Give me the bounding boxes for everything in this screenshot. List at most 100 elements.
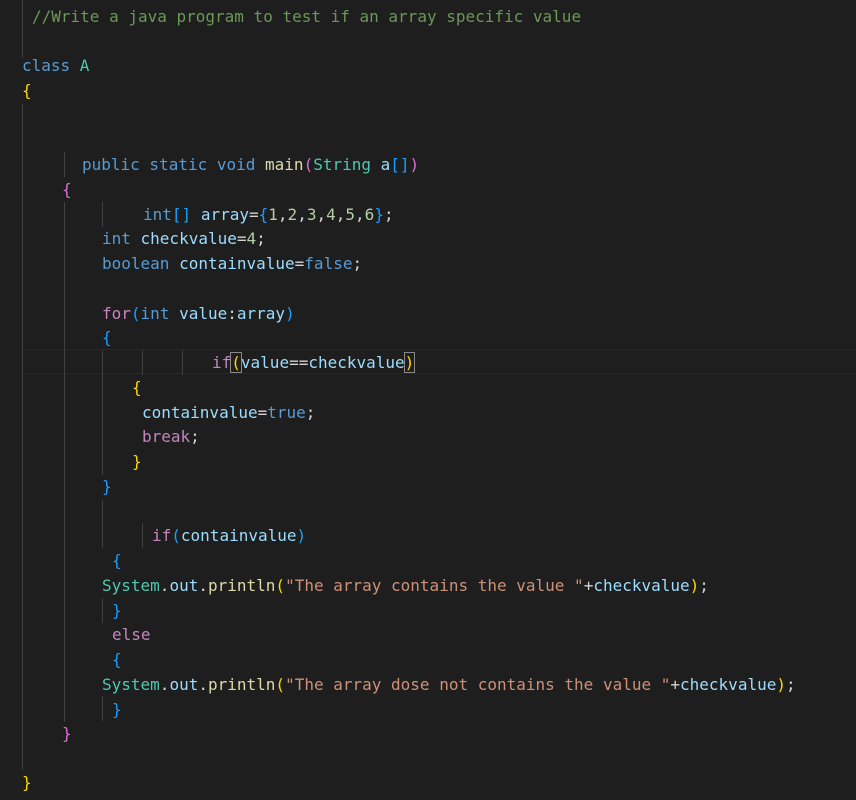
code-line[interactable]: if(value==checkvalue) (212, 350, 416, 375)
code-token: class (22, 56, 80, 75)
code-line[interactable]: public static void main(String a[]) (82, 152, 419, 177)
code-token: 1 (268, 205, 278, 224)
code-token: System (102, 675, 160, 694)
code-token: . (198, 675, 208, 694)
code-token: { (62, 180, 72, 199)
code-line[interactable]: for(int value:array) (102, 301, 295, 326)
code-token: } (374, 205, 384, 224)
code-token: ; (785, 675, 796, 694)
code-token: ; (256, 229, 266, 248)
code-token: a (380, 155, 391, 174)
code-editor[interactable]: //Write a java program to test if an arr… (0, 0, 856, 800)
code-token: , (355, 205, 365, 224)
code-token: , (277, 205, 288, 224)
code-token: boolean (102, 254, 180, 273)
code-token: "The array dose not contains the value " (285, 675, 671, 694)
indent-guide (102, 202, 103, 227)
indent-guide (102, 598, 103, 623)
code-line[interactable]: System.out.println("The array contains t… (102, 573, 709, 598)
code-line[interactable]: class A (22, 53, 89, 78)
code-line[interactable]: } (62, 721, 72, 746)
code-token: out (169, 576, 199, 595)
code-line[interactable]: { (22, 78, 32, 103)
code-token: } (112, 700, 122, 719)
code-token: main (265, 155, 304, 174)
code-line[interactable]: else (112, 622, 151, 647)
code-line[interactable]: if(containvalue) (152, 523, 306, 548)
code-token: [] (171, 205, 201, 224)
code-token: [] (390, 155, 410, 174)
code-line[interactable]: } (132, 449, 142, 474)
code-token: 4 (326, 205, 336, 224)
code-token: = (257, 403, 268, 422)
code-line[interactable]: } (22, 770, 32, 795)
code-line[interactable]: { (62, 177, 72, 202)
code-token: public static void (82, 155, 266, 174)
code-token: ) (285, 304, 295, 323)
code-token: "The array contains the value " (285, 576, 584, 595)
code-line[interactable]: //Write a java program to test if an arr… (32, 4, 581, 29)
indent-guide (22, 104, 23, 770)
code-token: { (112, 551, 122, 570)
code-token: else (112, 625, 151, 644)
code-token: ( (275, 675, 286, 694)
indent-guide (142, 350, 143, 375)
indent-guide (182, 350, 183, 375)
code-token: } (112, 601, 122, 620)
code-line[interactable]: int checkvalue=4; (102, 226, 266, 251)
code-token: true (267, 403, 306, 422)
code-token: ; (305, 403, 316, 422)
code-token: + (670, 675, 681, 694)
code-line[interactable]: containvalue=true; (142, 400, 315, 425)
code-line[interactable]: } (102, 474, 112, 499)
code-token: println (207, 576, 276, 595)
code-line[interactable]: int[] array={1,2,3,4,5,6}; (143, 202, 394, 227)
code-token: ( (303, 155, 314, 174)
code-token: } (132, 452, 142, 471)
code-token: } (102, 477, 112, 496)
code-token: //Write a java program to test if an arr… (32, 7, 582, 26)
code-token: , (316, 205, 327, 224)
code-token: } (22, 773, 32, 792)
code-line[interactable]: System.out.println("The array dose not c… (102, 672, 796, 697)
code-token: ; (699, 576, 709, 595)
code-token: { (112, 650, 122, 669)
code-token: ( (275, 576, 286, 595)
code-token: ( (171, 526, 181, 545)
indent-guide (64, 152, 65, 177)
code-token: ) (776, 675, 786, 694)
indent-guide (64, 202, 65, 722)
indent-guide (22, 0, 23, 58)
code-token: int (140, 304, 180, 323)
code-token: value (240, 353, 290, 372)
code-token: checkvalue (680, 675, 777, 694)
code-token: containvalue (180, 526, 297, 545)
code-token: == (289, 353, 309, 372)
code-token: . (159, 576, 170, 595)
code-token: ) (409, 155, 420, 174)
code-line[interactable]: } (112, 598, 122, 623)
code-token: checkvalue (140, 229, 237, 248)
code-token: value (179, 304, 228, 323)
code-line[interactable]: break; (142, 424, 200, 449)
code-token: ; (190, 427, 200, 446)
code-token: checkvalue (308, 353, 405, 372)
code-token: ) (403, 352, 416, 373)
code-line[interactable]: { (112, 548, 122, 573)
code-line[interactable]: } (112, 697, 122, 722)
indent-guide (102, 500, 103, 548)
indent-guide (102, 375, 103, 475)
code-token: { (258, 205, 269, 224)
code-token: ) (689, 576, 700, 595)
code-line[interactable]: { (102, 325, 112, 350)
code-token: int (143, 205, 172, 224)
code-token: false (304, 254, 353, 273)
code-token: checkvalue (593, 576, 690, 595)
code-line[interactable]: { (112, 647, 122, 672)
code-token: break (142, 427, 191, 446)
indent-guide (142, 523, 143, 548)
code-token: A (79, 56, 90, 75)
code-line[interactable]: { (132, 375, 142, 400)
code-line[interactable]: boolean containvalue=false; (102, 251, 362, 276)
code-token: System (102, 576, 160, 595)
